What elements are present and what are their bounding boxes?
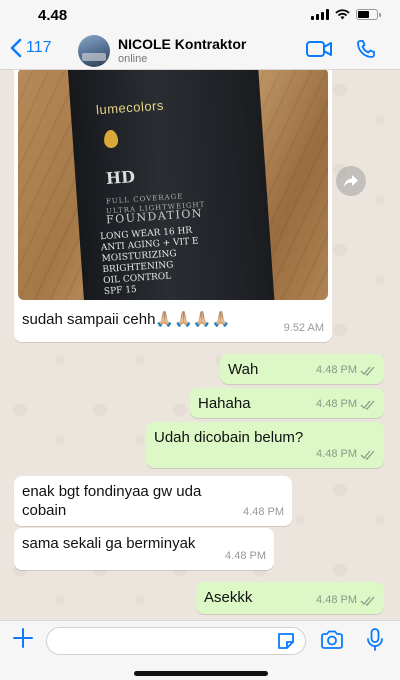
photo-features: LONG WEAR 16 HR ANTI AGING + VIT E MOIST… [100,224,224,298]
unread-count: 117 [26,39,52,56]
sticker-button[interactable] [276,631,296,656]
microphone-icon [367,628,383,651]
camera-icon [321,630,343,649]
forward-icon [344,175,358,187]
message-time: 4.48 PM [225,550,266,562]
home-indicator [134,671,268,676]
message-time: 4.48 PM [316,395,376,414]
message-text: sudah sampaii cehh🙏🏼🙏🏼🙏🏼🙏🏼 [22,311,231,328]
double-check-icon [360,366,375,376]
video-call-button[interactable] [306,40,332,63]
video-call-icon [306,41,332,57]
message-bubble-incoming[interactable]: enak bgt fondinyaa gw uda cobain 4.48 PM [14,476,292,526]
product-photo[interactable]: lumecolors HD FULL COVERAGE ULTRA LIGHTW… [18,70,328,300]
double-check-icon [360,596,375,606]
message-text: Hahaha [198,395,251,412]
message-bubble-outgoing[interactable]: Asekkk 4.48 PM [196,582,384,614]
message-time: 4.48 PM [316,591,376,610]
double-check-icon [360,400,375,410]
phone-call-button[interactable] [356,39,376,64]
forward-button[interactable] [336,166,366,196]
image-message[interactable]: lumecolors HD FULL COVERAGE ULTRA LIGHTW… [14,70,332,342]
message-text: sama sekali ga berminyak [22,535,196,552]
contact-name[interactable]: NICOLE Kontraktor [118,36,246,52]
cellular-signal-icon [311,9,329,20]
message-text: enak bgt fondinyaa gw uda [22,483,202,500]
message-time: 4.48 PM [316,445,376,464]
message-bubble-outgoing[interactable]: Wah 4.48 PM [220,354,384,384]
attach-button[interactable] [12,627,34,654]
message-time: 4.48 PM [243,506,284,518]
message-time: 9.52 AM [283,322,324,334]
contact-status: online [118,53,148,65]
phone-call-icon [357,40,375,58]
message-text: Udah dicobain belum? [154,429,304,446]
message-bubble-outgoing[interactable]: Udah dicobain belum? 4.48 PM [146,422,384,468]
sticker-icon [278,633,294,649]
back-button[interactable]: 117 [10,38,52,58]
message-bubble-incoming[interactable]: sama sekali ga berminyak 4.48 PM [14,528,274,570]
plus-icon [13,628,33,648]
status-time: 4.48 [38,7,68,24]
message-time: 4.48 PM [316,361,376,380]
battery-icon [356,9,381,20]
message-input-bar [0,620,400,680]
message-text: Asekkk [204,589,253,606]
message-bubble-outgoing[interactable]: Hahaha 4.48 PM [190,388,384,418]
double-check-icon [360,450,375,460]
chat-area[interactable]: lumecolors HD FULL COVERAGE ULTRA LIGHTW… [0,70,400,620]
photo-hd-text: HD [105,167,136,188]
message-text: Wah [228,361,259,378]
status-icons [311,9,381,20]
chevron-left-icon [10,38,22,58]
chat-header: 117 NICOLE Kontraktor online [0,30,400,70]
avatar[interactable] [78,35,110,67]
status-bar: 4.48 [0,0,400,30]
message-input[interactable] [46,627,306,655]
camera-button[interactable] [320,630,344,655]
wifi-icon [335,9,350,20]
microphone-button[interactable] [366,628,384,657]
